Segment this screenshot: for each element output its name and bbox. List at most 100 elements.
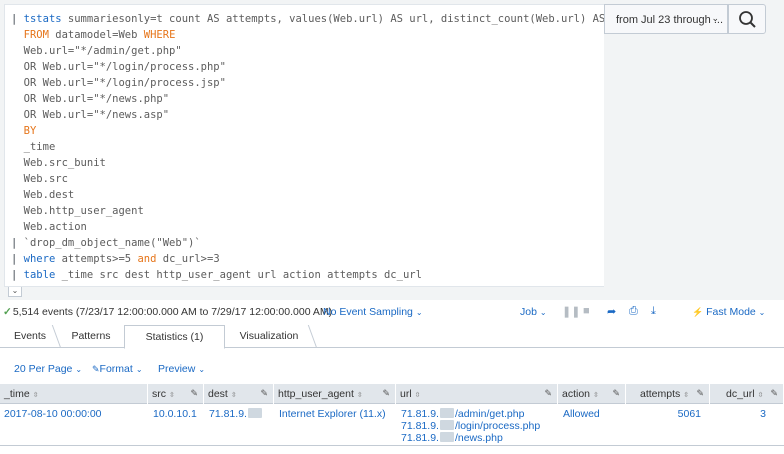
url-prefix: 71.81.9. (401, 432, 439, 444)
column-header-src[interactable]: src ⇳ ✎ (148, 384, 204, 404)
column-header-dc-url[interactable]: dc_url ⇳ ✎ (710, 384, 784, 404)
column-header-time[interactable]: _time ⇳ (0, 384, 148, 404)
cell-url[interactable]: 71.81.9. /admin/get.php 71.81.9. /login/pr… (401, 408, 540, 444)
query-line: Web.action (11, 219, 604, 235)
query-line: | tstats summariesonly=t count AS attemp… (11, 11, 604, 27)
cell-user-agent[interactable]: Internet Explorer (11.x) (279, 408, 386, 420)
query-indent (11, 125, 24, 137)
sort-icon: ⇳ (757, 392, 764, 399)
tab-statistics[interactable]: Statistics (1) (124, 325, 225, 349)
query-args: _time (23, 141, 56, 153)
query-args: Web.action (23, 221, 87, 233)
time-range-picker[interactable]: from Jul 23 through ... ⌄ (604, 4, 728, 34)
job-menu[interactable]: Job ⌄ (520, 306, 547, 318)
tab-patterns-label: Patterns (71, 330, 111, 342)
chevron-down-icon: ⌄ (198, 365, 206, 374)
query-args: `drop_dm_object_name("Web")` (23, 237, 201, 249)
column-header-attempts[interactable]: attempts ⇳ ✎ (626, 384, 710, 404)
format-label: Format (99, 363, 133, 375)
tab-visualization[interactable]: Visualization (228, 325, 310, 348)
query-keyword: FROM (23, 29, 49, 41)
per-page-dropdown[interactable]: 20 Per Page ⌄ (14, 363, 82, 375)
query-indent (11, 189, 24, 201)
cell-dest[interactable]: 71.81.9. (209, 408, 263, 420)
query-line: Web.src_bunit (11, 155, 604, 171)
query-args: Web.url="*/admin/get.php" (23, 45, 182, 57)
expand-query-toggle[interactable]: ⌄ (8, 287, 22, 297)
url-value[interactable]: 71.81.9. /login/process.php (401, 420, 540, 432)
query-indent (11, 45, 24, 57)
search-query-editor[interactable]: | tstats summariesonly=t count AS attemp… (4, 4, 604, 287)
column-header-action[interactable]: action ⇳ ✎ (558, 384, 626, 404)
url-value[interactable]: 71.81.9. /admin/get.php (401, 408, 540, 420)
query-args: OR Web.url="*/news.asp" (23, 109, 170, 121)
search-mode-dropdown[interactable]: ⚡ Fast Mode ⌄ (692, 306, 765, 318)
column-header-dest[interactable]: dest ⇳ ✎ (204, 384, 274, 404)
url-path: /login/process.php (454, 420, 541, 432)
cell-dc-url[interactable]: 3 (740, 408, 766, 420)
query-indent (11, 205, 24, 217)
checkmark-icon: ✓ (3, 306, 12, 318)
tab-visualization-label: Visualization (239, 330, 299, 342)
search-icon (739, 11, 756, 28)
table-row: 2017-08-10 00:00:00 10.0.10.1 71.81.9. I… (0, 404, 784, 446)
query-args: OR Web.url="*/login/process.php" (23, 61, 226, 73)
tab-patterns[interactable]: Patterns (60, 325, 122, 348)
column-header-url[interactable]: url ⇳ ✎ (396, 384, 558, 404)
column-header-label: dest (208, 388, 228, 400)
chevron-down-icon: ⌄ (758, 308, 766, 317)
query-indent (11, 157, 24, 169)
search-button[interactable] (728, 4, 766, 34)
pencil-icon[interactable]: ✎ (190, 388, 198, 399)
pencil-icon[interactable]: ✎ (544, 388, 552, 399)
format-dropdown[interactable]: ✎Format ⌄ (92, 363, 143, 375)
query-line: OR Web.url="*/login/process.jsp" (11, 75, 604, 91)
url-value[interactable]: 71.81.9. /news.php (401, 432, 540, 444)
query-keyword: WHERE (143, 29, 176, 41)
share-icon[interactable]: ➦ (607, 305, 616, 318)
per-page-label: 20 Per Page (14, 363, 73, 375)
cell-time[interactable]: 2017-08-10 00:00:00 (4, 408, 102, 420)
stop-icon[interactable]: ■ (583, 305, 590, 317)
pause-icon[interactable]: ❚❚ (562, 305, 580, 318)
event-sampling-dropdown[interactable]: No Event Sampling ⌄ (323, 306, 423, 318)
cell-attempts[interactable]: 5061 (660, 408, 701, 420)
sort-icon: ⇳ (169, 392, 175, 399)
cell-src[interactable]: 10.0.10.1 (153, 408, 197, 420)
query-line: Web.src (11, 171, 604, 187)
event-count-status: ✓5,514 events (7/23/17 12:00:00.000 AM t… (3, 306, 332, 318)
pencil-icon[interactable]: ✎ (260, 388, 268, 399)
job-menu-label: Job (520, 306, 537, 318)
print-icon[interactable]: ⎙ (629, 305, 638, 318)
column-header-label: url (400, 388, 412, 400)
pencil-icon[interactable]: ✎ (696, 388, 704, 399)
export-icon[interactable]: ⤓ (651, 305, 656, 318)
query-indent (11, 61, 24, 73)
query-args: dc_url>=3 (156, 253, 220, 265)
pencil-icon[interactable]: ✎ (770, 388, 778, 399)
chevron-down-icon: ⌄ (539, 308, 547, 317)
preview-dropdown[interactable]: Preview ⌄ (158, 363, 205, 375)
query-args: attempts>=5 (55, 253, 138, 265)
query-line: | where attempts>=5 and dc_url>=3 (11, 251, 604, 267)
search-bar-area: | tstats summariesonly=t count AS attemp… (0, 0, 784, 300)
query-line: | `drop_dm_object_name("Web")` (11, 235, 604, 251)
query-indent (11, 221, 24, 233)
redacted-block (439, 408, 454, 418)
column-header-label: attempts (640, 388, 681, 400)
pencil-icon[interactable]: ✎ (382, 388, 390, 399)
query-line: OR Web.url="*/news.php" (11, 91, 604, 107)
time-range-label: from Jul 23 through ... (616, 14, 723, 26)
cell-action[interactable]: Allowed (563, 408, 600, 420)
tab-events[interactable]: Events (0, 325, 60, 348)
url-path: /news.php (454, 432, 503, 444)
chevron-down-icon: ⌄ (75, 365, 83, 374)
query-indent (11, 173, 24, 185)
chevron-down-icon: ⌄ (135, 365, 143, 374)
sort-icon: ⇳ (356, 392, 363, 399)
query-line: FROM datamodel=Web WHERE (11, 27, 604, 43)
query-indent (11, 141, 24, 153)
pencil-icon[interactable]: ✎ (612, 388, 620, 399)
column-header-user-agent[interactable]: http_user_agent ⇳ ✎ (274, 384, 396, 404)
query-indent (11, 109, 24, 121)
